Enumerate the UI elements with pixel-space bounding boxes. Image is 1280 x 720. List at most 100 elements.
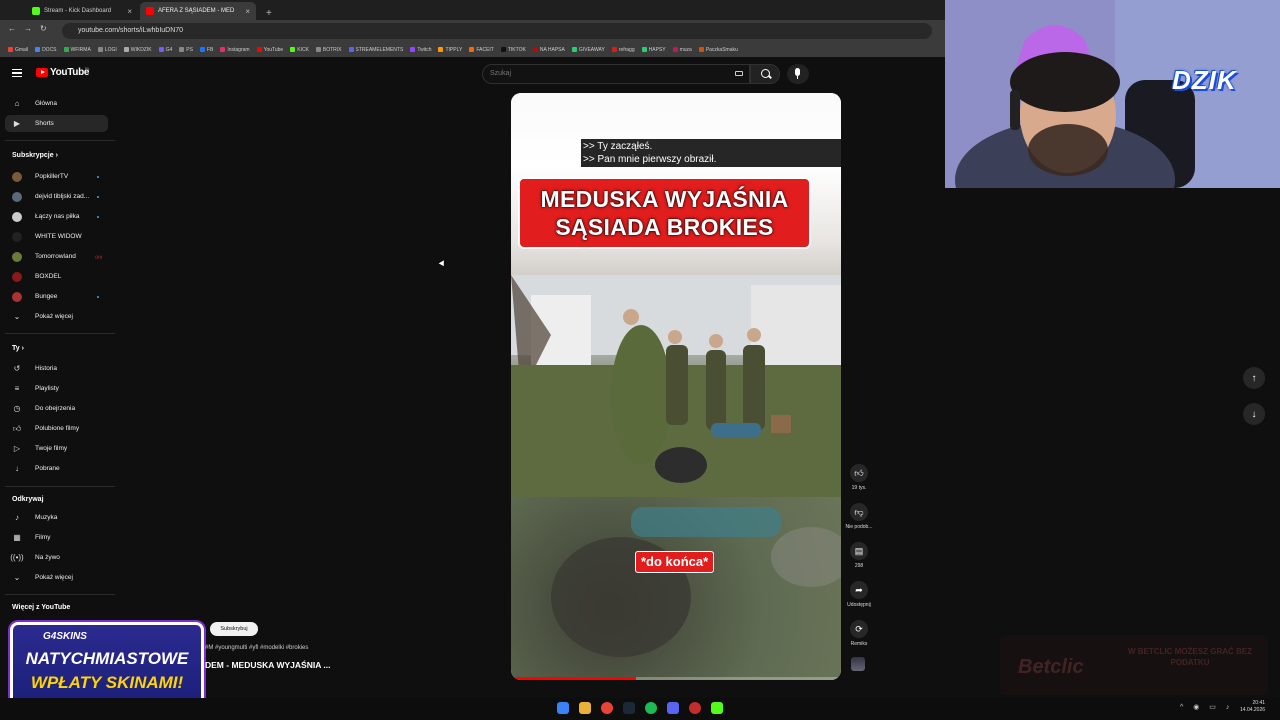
subscription-item[interactable]: WHITE WIDOW	[5, 228, 108, 245]
bookmark-icon	[672, 47, 678, 52]
clock[interactable]: 20:41 14.04.2026	[1240, 700, 1265, 714]
bookmark-item[interactable]: NA HAPSA	[532, 47, 565, 53]
sidebar-item-watch-later[interactable]: ◷ Do obejrzenia	[5, 400, 108, 417]
sidebar-item-your-videos[interactable]: ▷ Twoje filmy	[5, 440, 108, 457]
chrome-icon[interactable]	[601, 702, 613, 714]
your-videos-icon: ▷	[13, 444, 21, 453]
bookmark-item[interactable]: Instagram	[220, 47, 250, 53]
playlist-icon: ≡	[14, 384, 20, 393]
video-hashtags[interactable]: #M #youngmulti #yfl #modelki #brokies	[205, 645, 308, 651]
spotify-icon[interactable]	[645, 702, 657, 714]
bookmark-item[interactable]: FB	[199, 47, 213, 53]
bookmark-icon	[63, 47, 69, 52]
sidebar-item-live[interactable]: ((•)) Na żywo	[5, 549, 108, 566]
bookmark-item[interactable]: WIKDZIK	[123, 47, 152, 53]
youtube-logo-icon[interactable]	[36, 68, 48, 77]
sidebar-item-like[interactable]: 👍︎ Polubione filmy	[5, 420, 108, 437]
search-input[interactable]: Szukaj	[482, 64, 750, 84]
bookmark-label: TIPPLY	[445, 46, 463, 53]
search-button[interactable]	[750, 64, 780, 84]
bookmark-item[interactable]: Twitch	[410, 47, 431, 53]
kick-icon	[32, 7, 40, 15]
subscription-item[interactable]: BOXDEL	[5, 268, 108, 285]
reload-icon[interactable]: ↻	[40, 24, 55, 33]
share-button[interactable]: ➦ Udostępnij	[845, 581, 873, 608]
sidebar-item-music[interactable]: ♪ Muzyka	[5, 509, 108, 526]
next-short-button[interactable]: ↓	[1243, 403, 1265, 425]
remix-button[interactable]: ⟳ Remiks	[845, 620, 873, 647]
sidebar-item-home[interactable]: ⌂ Główna	[5, 95, 108, 112]
you-heading[interactable]: Ty ›	[12, 345, 24, 352]
bookmark-item[interactable]: TIKTOK	[500, 46, 526, 53]
url-input[interactable]: youtube.com/shorts/iLwhbIuDN70	[62, 23, 932, 39]
bookmark-item[interactable]: GIVEAWAY	[571, 47, 605, 53]
bookmark-item[interactable]: FACEIT	[469, 47, 494, 53]
bookmark-item[interactable]: Gmail	[8, 47, 28, 53]
bookmark-item[interactable]: HAPSY	[641, 47, 666, 53]
subscription-item[interactable]: dejvid tibljski zad...	[5, 188, 108, 205]
bookmark-item[interactable]: DOCS	[35, 47, 57, 53]
like-button[interactable]: 👍︎ 19 tys.	[845, 464, 873, 491]
youtube-logo-text[interactable]: YouTube	[50, 67, 90, 78]
menu-icon[interactable]	[12, 69, 22, 77]
sidebar-item-download[interactable]: ↓ Pobrane	[5, 460, 108, 477]
bookmark-item[interactable]: STREAMELEMENTS	[348, 47, 403, 53]
subscription-item[interactable]: Bungee	[5, 288, 108, 305]
dislike-button[interactable]: 👎︎ Nie podob...	[845, 503, 873, 530]
video-progress-bar[interactable]	[511, 677, 841, 680]
subscription-item[interactable]: Łączy nas piłka	[5, 208, 108, 225]
comments-button[interactable]: ▤ 298	[845, 542, 873, 569]
bookmark-item[interactable]: refragg	[611, 47, 635, 53]
sidebar-item-label: WHITE WIDOW	[35, 233, 82, 240]
bookmark-item[interactable]: G4	[158, 47, 172, 53]
show-more-subscriptions[interactable]: ⌄ Pokaż więcej	[5, 308, 108, 325]
sidebar-item-history[interactable]: ↺ Historia	[5, 360, 108, 377]
show-more-explore[interactable]: ⌄ Pokaż więcej	[5, 569, 108, 586]
bookmark-label: TIKTOK	[507, 46, 526, 53]
back-icon[interactable]: ←	[8, 24, 24, 33]
explore-heading[interactable]: Odkrywaj	[12, 496, 44, 503]
audio-thumbnail[interactable]	[851, 657, 865, 671]
nav-buttons[interactable]: ←→↻	[8, 24, 55, 33]
sidebar-item-playlist[interactable]: ≡ Playlisty	[5, 380, 108, 397]
tab-youtube-short[interactable]: AFERA Z SĄSIADEM - MED ×	[140, 2, 256, 20]
section-heading-label: Ty	[12, 345, 20, 352]
subscriptions-heading[interactable]: Subskrypcje ›	[12, 152, 58, 159]
subscribe-button[interactable]: Subskrybuj	[210, 622, 258, 636]
kick-app-icon[interactable]	[711, 702, 723, 714]
bookmark-item[interactable]: LOGI	[97, 47, 117, 53]
bookmark-icon	[611, 47, 617, 52]
bookmark-item[interactable]: WFIRMA	[63, 47, 91, 53]
video-title[interactable]: DEM - MEDUSKA WYJAŚNIA ...	[205, 660, 330, 670]
short-video-player[interactable]: >> Ty zacząłeś. >> Pan mnie pierwszy obr…	[511, 93, 841, 680]
bookmark-item[interactable]: PS	[179, 47, 193, 53]
sidebar-item-shorts[interactable]: ▶ Shorts	[5, 115, 108, 132]
channel-avatar	[12, 231, 22, 242]
keyboard-icon[interactable]	[735, 71, 743, 76]
close-tab-icon[interactable]: ×	[245, 7, 250, 16]
subscription-item[interactable]: PopkillerTV	[5, 168, 108, 185]
sidebar-divider	[5, 594, 115, 595]
bookmark-label: muza	[679, 46, 692, 53]
bookmark-item[interactable]: YouTube	[256, 47, 283, 53]
system-tray[interactable]: ^ ◉ ▭ ♪	[1180, 703, 1233, 711]
steam-icon[interactable]	[623, 702, 635, 714]
bookmark-item[interactable]: KICK	[290, 47, 309, 53]
bookmark-item[interactable]: BOTRIX	[315, 47, 342, 53]
start-menu-icon[interactable]	[557, 702, 569, 714]
close-tab-icon[interactable]: ×	[127, 7, 132, 16]
bookmark-icon	[290, 47, 296, 52]
discord-icon[interactable]	[667, 702, 679, 714]
obs-icon[interactable]	[689, 702, 701, 714]
voice-search-button[interactable]	[787, 64, 809, 84]
tab-kick-dashboard[interactable]: Stream - Kick Dashboard ×	[26, 2, 138, 20]
bookmark-item[interactable]: TIPPLY	[438, 47, 462, 53]
forward-icon[interactable]: →	[24, 24, 40, 33]
more-from-youtube-heading[interactable]: Więcej z YouTube	[12, 604, 70, 611]
bookmark-item[interactable]: PaczkaSmaku	[698, 47, 738, 53]
sidebar-item-movies[interactable]: ▦ Filmy	[5, 529, 108, 546]
subscription-item[interactable]: Tomorrowland ((•))	[5, 248, 108, 265]
bookmark-item[interactable]: muza	[672, 46, 692, 53]
file-explorer-icon[interactable]	[579, 702, 591, 714]
previous-short-button[interactable]: ↑	[1243, 367, 1265, 389]
